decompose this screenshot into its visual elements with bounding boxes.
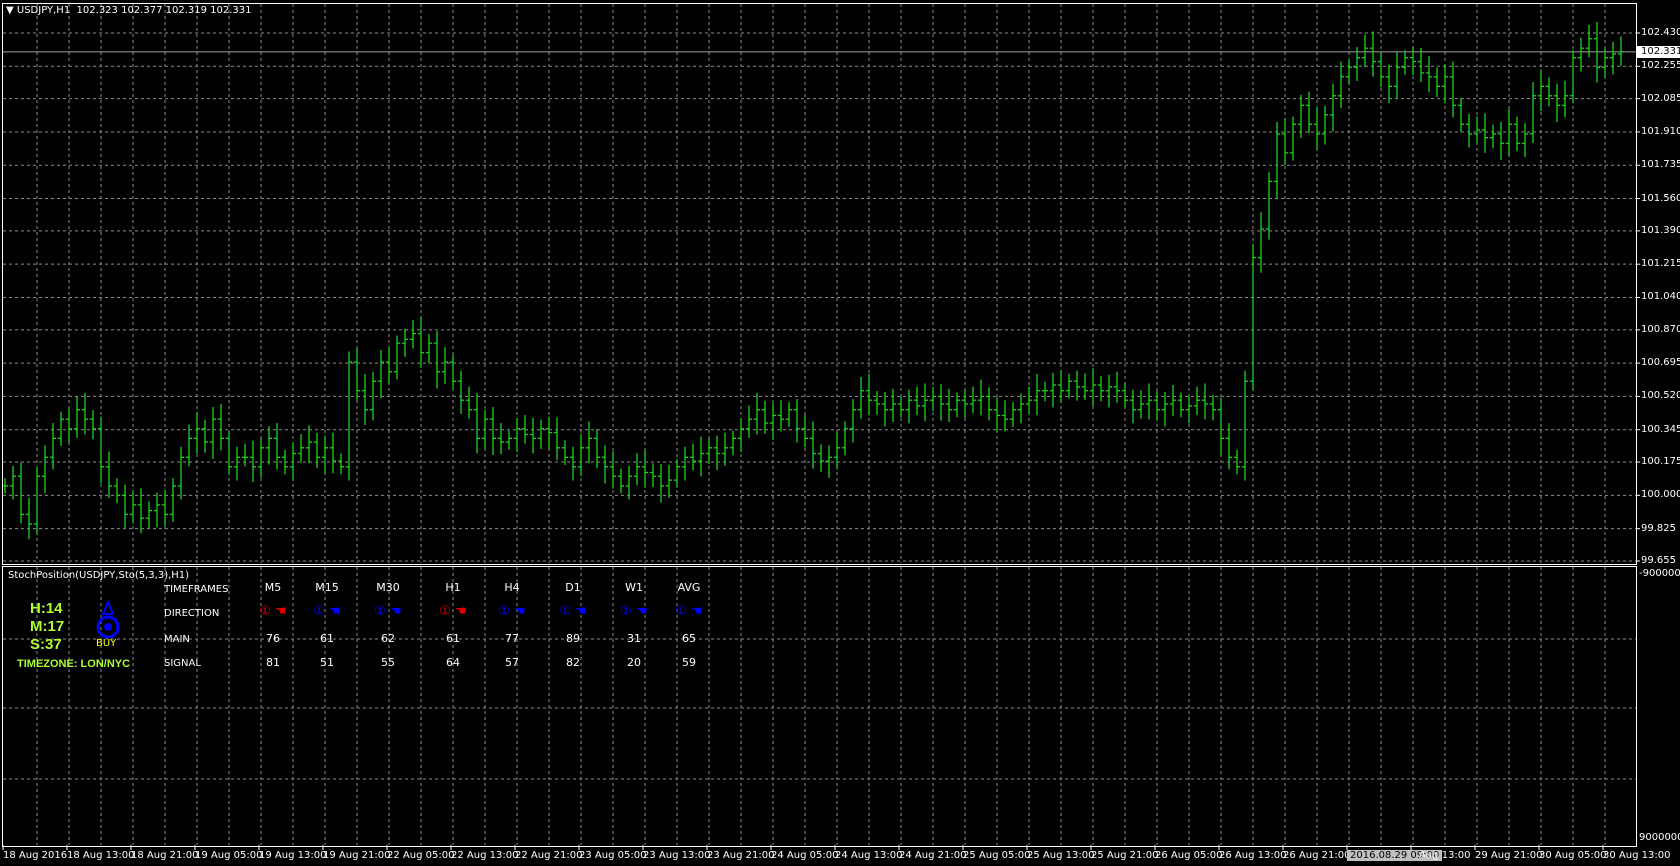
time-label: 22 Aug 21:00 — [515, 850, 583, 861]
time-label: 26 Aug 13:00 — [1219, 850, 1287, 861]
direction-up-icon: ① ☚ — [313, 604, 341, 619]
time-label: 25 Aug 13:00 — [1027, 850, 1095, 861]
ohlc-readout: 102.323 102.377 102.319 102.331 — [76, 5, 252, 16]
direction-down-icon: ① ☚ — [259, 604, 287, 619]
clock-minutes: M:17 — [30, 618, 65, 635]
signal-value: 20 — [627, 656, 641, 669]
direction-up-icon: ① ☚ — [498, 604, 526, 619]
direction-down-icon: ① ☚ — [439, 604, 467, 619]
main-value: 61 — [446, 632, 460, 645]
time-label: 22 Aug 13:00 — [451, 850, 519, 861]
time-label: 26 Aug 21:00 — [1283, 850, 1351, 861]
main-value: 89 — [566, 632, 580, 645]
direction-up-icon: ① ☚ — [374, 604, 402, 619]
main-value: 62 — [381, 632, 395, 645]
buy-label: BUY — [96, 638, 117, 649]
price-label: 101.735 — [1641, 159, 1680, 171]
row-label-direction: DIRECTION — [164, 608, 220, 619]
direction-up-icon: ① ☚ — [675, 604, 703, 619]
price-label: 101.390 — [1641, 224, 1680, 236]
price-label: 100.175 — [1641, 456, 1680, 468]
time-label: 18 Aug 2016 — [3, 850, 68, 861]
price-label: 100.520 — [1641, 390, 1680, 402]
timeframe-header: W1 — [625, 581, 643, 594]
signal-value: 81 — [266, 656, 280, 669]
price-label: 102.255 — [1641, 60, 1680, 72]
buy-signal-icon — [96, 600, 120, 639]
time-label: 25 Aug 21:00 — [1091, 850, 1159, 861]
main-value: 77 — [505, 632, 519, 645]
time-label: 22 Aug 05:00 — [387, 850, 455, 861]
timeframe-header: M15 — [315, 581, 339, 594]
time-label: 24 Aug 13:00 — [835, 850, 903, 861]
price-label: 101.910 — [1641, 125, 1680, 137]
main-value: 61 — [320, 632, 334, 645]
price-label: 100.345 — [1641, 423, 1680, 435]
clock-seconds: S:37 — [30, 636, 62, 653]
time-label: 23 Aug 21:00 — [707, 850, 775, 861]
indicator-scale-top: -9000000 — [1639, 568, 1680, 579]
price-label: 101.040 — [1641, 291, 1680, 303]
signal-value: 55 — [381, 656, 395, 669]
price-label: 99.825 — [1641, 522, 1676, 534]
price-label: 100.695 — [1641, 357, 1680, 369]
signal-value: 82 — [566, 656, 580, 669]
time-label: 25 Aug 05:00 — [963, 850, 1031, 861]
price-label: 100.870 — [1641, 323, 1680, 335]
timeframe-header: M30 — [376, 581, 400, 594]
symbol-label: USDJPY,H1 — [16, 5, 71, 16]
price-label: 102.085 — [1641, 92, 1680, 104]
price-label: 101.560 — [1641, 192, 1680, 204]
time-label: 19 Aug 13:00 — [259, 850, 327, 861]
signal-value: 51 — [320, 656, 334, 669]
signal-value: 59 — [682, 656, 696, 669]
indicator-title: StochPosition(USDJPY,Sto(5,3,3),H1) — [8, 570, 190, 581]
indicator-window-frame — [2, 566, 1637, 847]
main-value: 31 — [627, 632, 641, 645]
clock-hours: H:14 — [30, 600, 63, 617]
signal-value: 57 — [505, 656, 519, 669]
time-label: 19 Aug 21:00 — [323, 850, 391, 861]
time-label: 18 Aug 13:00 — [67, 850, 135, 861]
time-label: 24 Aug 05:00 — [771, 850, 839, 861]
price-label: 101.215 — [1641, 258, 1680, 270]
direction-up-icon: ① ☚ — [559, 604, 587, 619]
time-label: 26 Aug 05:00 — [1155, 850, 1223, 861]
row-label-timeframes: TIMEFRAMES — [164, 584, 229, 595]
timeframe-header: AVG — [677, 581, 701, 594]
price-label: 99.655 — [1641, 555, 1676, 566]
time-label: Aug 13:00 — [1419, 850, 1471, 861]
timeframe-header: M5 — [264, 581, 282, 594]
time-label: 29 Aug 21:00 — [1475, 850, 1543, 861]
price-label: 100.000 — [1641, 489, 1680, 501]
time-label: 23 Aug 13:00 — [643, 850, 711, 861]
timeframe-header: H4 — [504, 581, 520, 594]
time-label: 18 Aug 21:00 — [131, 850, 199, 861]
row-label-main: MAIN — [164, 634, 190, 645]
timeframe-header: D1 — [565, 581, 581, 594]
chart-title: ▼ USDJPY,H1 102.323 102.377 102.319 102.… — [6, 5, 252, 16]
dropdown-icon[interactable]: ▼ — [6, 5, 14, 16]
timezone-label: TIMEZONE: LON/NYC — [17, 658, 131, 670]
time-label: 19 Aug 05:00 — [195, 850, 263, 861]
time-label: 30 Aug 05:00 — [1539, 850, 1607, 861]
row-label-signal: SIGNAL — [164, 658, 201, 669]
time-label: 24 Aug 21:00 — [899, 850, 967, 861]
direction-up-icon: ① ☚ — [620, 604, 648, 619]
time-label: 23 Aug 05:00 — [579, 850, 647, 861]
timeframe-header: H1 — [445, 581, 461, 594]
main-value: 76 — [266, 632, 280, 645]
indicator-scale-bottom: 90000000 — [1639, 832, 1680, 843]
main-chart-frame — [2, 3, 1637, 565]
time-label: 30 Aug 13:00 — [1603, 850, 1671, 861]
current-price-label: 102.331 — [1637, 45, 1680, 58]
signal-value: 64 — [446, 656, 460, 669]
price-label: 102.430 — [1641, 27, 1680, 38]
main-value: 65 — [682, 632, 696, 645]
